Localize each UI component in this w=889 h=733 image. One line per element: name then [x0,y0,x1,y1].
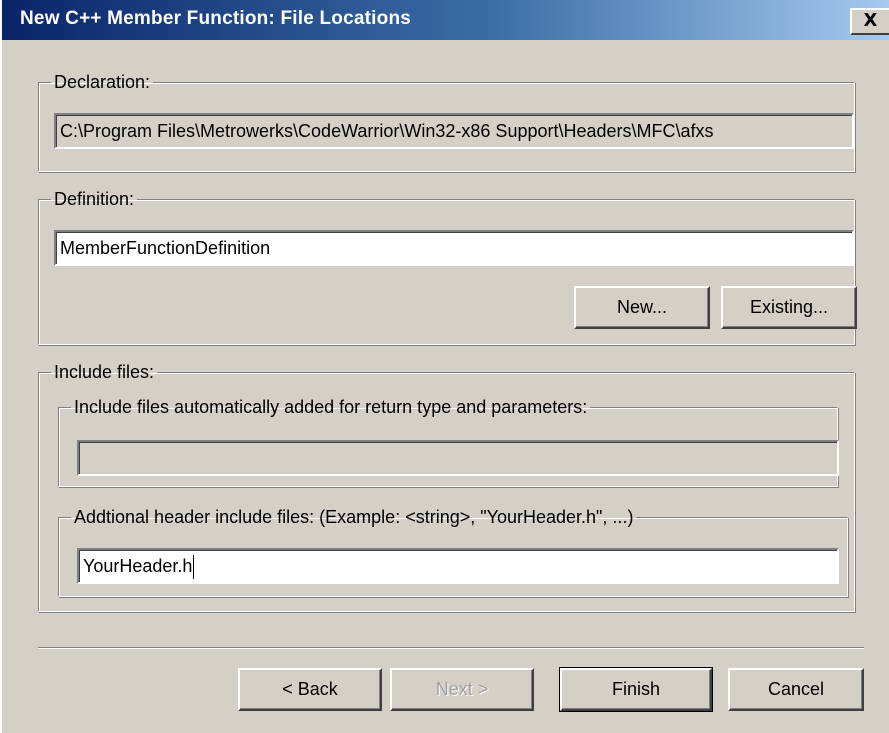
additional-includes-field[interactable]: YourHeader.h [77,548,839,584]
auto-includes-field[interactable] [77,440,839,476]
include-files-legend: Include files: [54,362,155,382]
declaration-legend: Declaration: [54,72,151,92]
dialog-window: New C++ Member Function: File Locations … [0,0,889,733]
footer-separator [38,647,864,649]
back-button[interactable]: < Back [238,668,382,711]
cancel-button[interactable]: Cancel [728,668,864,711]
declaration-path-field[interactable]: C:\Program Files\Metrowerks\CodeWarrior\… [54,113,854,149]
additional-includes-value: YourHeader.h [83,556,193,576]
definition-field[interactable]: MemberFunctionDefinition [54,230,854,266]
existing-button[interactable]: Existing... [721,286,857,329]
next-button[interactable]: Next > [390,668,534,711]
definition-legend: Definition: [54,189,135,209]
close-button[interactable]: X [850,8,889,35]
title-bar[interactable]: New C++ Member Function: File Locations … [2,0,889,40]
new-button[interactable]: New... [574,286,710,329]
window-title: New C++ Member Function: File Locations [20,8,412,29]
additional-includes-legend: Addtional header include files: (Example… [74,507,634,527]
finish-button[interactable]: Finish [559,667,713,712]
text-caret [193,555,195,580]
auto-includes-legend: Include files automatically added for re… [74,397,588,417]
close-icon: X [863,10,878,31]
